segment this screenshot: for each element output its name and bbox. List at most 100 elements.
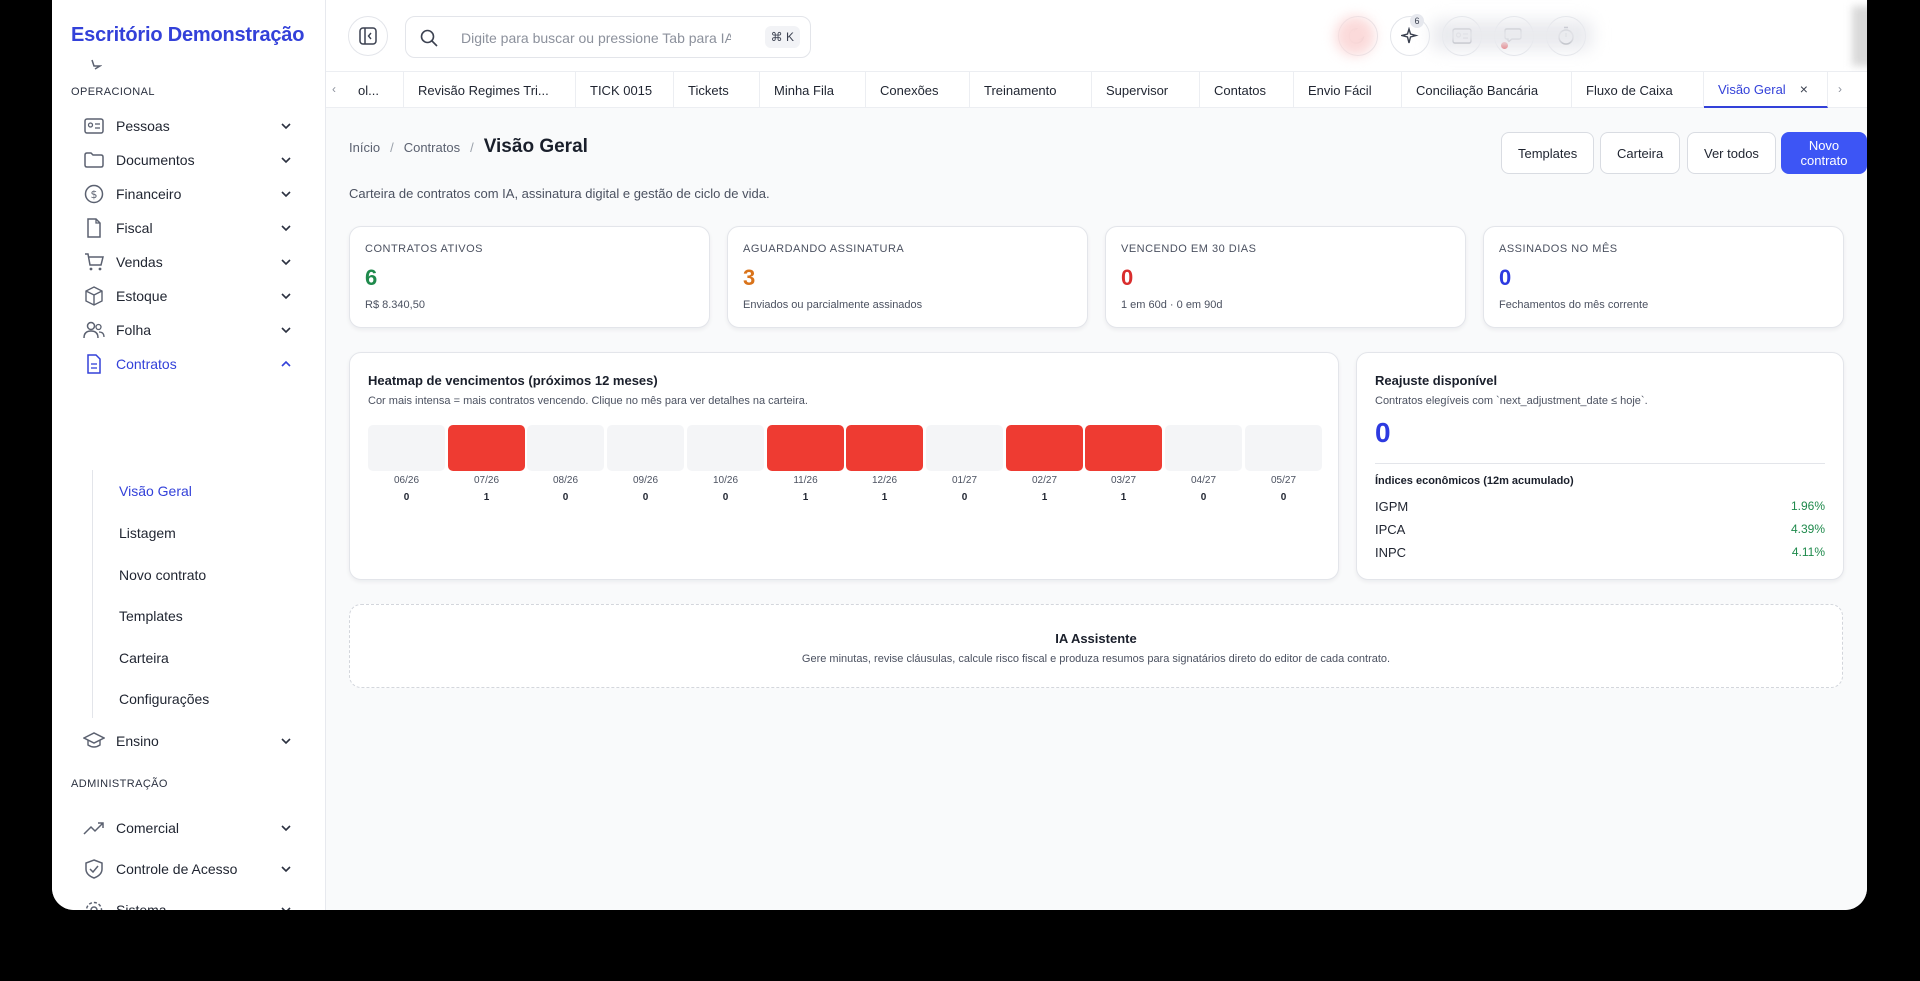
sidebar-item-ensino[interactable]: Ensino: [82, 724, 294, 758]
ver-todos-button[interactable]: Ver todos: [1687, 132, 1776, 174]
reajuste-subtitle: Contratos elegíveis com `next_adjustment…: [1375, 395, 1648, 407]
tab-item[interactable]: Fluxo de Caixa: [1572, 72, 1704, 108]
chevron-down-icon: [281, 907, 291, 910]
heatmap-cell-02-27[interactable]: [1006, 425, 1083, 471]
heatmap-month-label: 12/26: [871, 475, 898, 486]
sidebar-item-contratos[interactable]: Contratos: [82, 347, 294, 381]
tab-item[interactable]: Revisão Regimes Tri...: [404, 72, 576, 108]
reajuste-title: Reajuste disponível: [1375, 373, 1498, 388]
tab-label: Visão Geral: [1718, 81, 1786, 97]
breadcrumb-home[interactable]: Início: [349, 140, 380, 155]
chevron-down-icon: [281, 225, 291, 232]
heatmap-cell-01-27[interactable]: [926, 425, 1003, 471]
heatmap-cell-05-27[interactable]: [1245, 425, 1322, 471]
templates-button[interactable]: Templates: [1501, 132, 1595, 174]
ai-assistant-subtitle: Gere minutas, revise cláusulas, calcule …: [801, 653, 1391, 665]
heatmap-cell-04-27[interactable]: [1165, 425, 1242, 471]
heatmap-cell-08-26[interactable]: [527, 425, 604, 471]
index-name: IGPM: [1375, 499, 1409, 514]
tabs-scroll-left-icon[interactable]: ‹: [332, 82, 336, 96]
heatmap-cell-09-26[interactable]: [607, 425, 684, 471]
heatmap-month-label: 04/27: [1190, 475, 1217, 486]
sidebar-sub-templates[interactable]: Templates: [119, 608, 183, 624]
ai-assistant-title: IA Assistente: [1055, 631, 1137, 646]
collapse-sidebar-button[interactable]: [348, 16, 388, 56]
heatmap-cell-12-26[interactable]: [846, 425, 923, 471]
section-administracao: ADMINISTRAÇÃO: [71, 778, 168, 790]
sidebar-item-comercial[interactable]: Comercial: [82, 811, 294, 845]
heatmap-cell-06-26[interactable]: [368, 425, 445, 471]
sidebar-item-controle-acesso[interactable]: Controle de Acesso: [82, 852, 294, 886]
search-input[interactable]: [461, 27, 731, 49]
sidebar-sub-listagem[interactable]: Listagem: [119, 525, 176, 541]
tab-item[interactable]: Conexões: [866, 72, 970, 108]
heatmap-month-label: 09/26: [632, 475, 659, 486]
global-search[interactable]: ⌘ K: [405, 16, 811, 58]
sidebar-item-estoque[interactable]: Estoque: [82, 279, 294, 313]
index-name: IPCA: [1375, 522, 1406, 537]
breadcrumb-separator: /: [390, 139, 394, 155]
reajuste-card: Reajuste disponível Contratos elegíveis …: [1356, 352, 1844, 580]
tab-item[interactable]: Tickets: [674, 72, 760, 108]
tab-item[interactable]: ol...: [344, 72, 404, 108]
heatmap-cell-07-26[interactable]: [448, 425, 525, 471]
heatmap-count-label: 0: [562, 492, 569, 503]
app-window: Escritório Demonstração OPERACIONAL Pess…: [52, 0, 1867, 910]
section-operacional: OPERACIONAL: [71, 86, 155, 98]
heatmap-count-label: 0: [642, 492, 649, 503]
chevron-down-icon: [281, 866, 291, 873]
trending-up-icon: [82, 816, 106, 840]
sidebar-sub-visao-geral[interactable]: Visão Geral: [119, 483, 192, 499]
carteira-button[interactable]: Carteira: [1600, 132, 1681, 174]
chevron-down-icon: [281, 157, 291, 164]
kpi-card-assinados-mes[interactable]: ASSINADOS NO MÊS 0 Fechamentos do mês co…: [1483, 226, 1844, 328]
heatmap-count-label: 1: [881, 492, 888, 503]
sidebar-item-fiscal[interactable]: Fiscal: [82, 211, 294, 245]
tabs-scroll-right-icon[interactable]: ›: [1838, 82, 1842, 96]
id-card-icon: [82, 114, 106, 138]
submenu-guide-line: [92, 470, 93, 718]
tab-item[interactable]: Treinamento: [970, 72, 1092, 108]
star-icon: [91, 59, 102, 70]
sidebar-item-pessoas[interactable]: Pessoas: [82, 109, 294, 143]
tab-item[interactable]: Conciliação Bancária: [1402, 72, 1572, 108]
sidebar-label: Controle de Acesso: [116, 861, 238, 877]
heatmap-month-label: 05/27: [1270, 475, 1297, 486]
tab-item[interactable]: Envio Fácil: [1294, 72, 1402, 108]
user-menu[interactable]: [1432, 20, 1592, 50]
sidebar-sub-novo-contrato[interactable]: Novo contrato: [119, 567, 206, 583]
sidebar-label: Pessoas: [116, 118, 170, 134]
ai-assistant-card[interactable]: IA Assistente Gere minutas, revise cláus…: [349, 604, 1843, 688]
sidebar-item-financeiro[interactable]: $ Financeiro: [82, 177, 294, 211]
kpi-card-contratos-ativos[interactable]: CONTRATOS ATIVOS 6 R$ 8.340,50: [349, 226, 710, 328]
index-value: 4.39%: [1790, 522, 1825, 536]
sidebar-sub-carteira[interactable]: Carteira: [119, 650, 169, 666]
heatmap-cell-03-27[interactable]: [1085, 425, 1162, 471]
sidebar-sub-configuracoes[interactable]: Configurações: [119, 691, 209, 707]
tab-item[interactable]: Contatos: [1200, 72, 1294, 108]
sidebar-item-vendas[interactable]: Vendas: [82, 245, 294, 279]
sidebar-item-sistema[interactable]: Sistema: [82, 893, 294, 910]
heatmap-cell-11-26[interactable]: [767, 425, 844, 471]
tab-visao-geral[interactable]: Visão Geral ×: [1704, 72, 1828, 108]
novo-contrato-button[interactable]: Novo contrato: [1781, 132, 1867, 174]
avatar[interactable]: [1335, 16, 1375, 56]
breadcrumb-section[interactable]: Contratos: [404, 140, 460, 155]
kpi-card-vencendo-30-dias[interactable]: VENCENDO EM 30 DIAS 0 1 em 60d · 0 em 90…: [1105, 226, 1466, 328]
tab-item[interactable]: TICK 0015: [576, 72, 674, 108]
tab-item[interactable]: Minha Fila: [760, 72, 866, 108]
kpi-value: 0: [1499, 265, 1512, 290]
brand-title[interactable]: Escritório Demonstração: [71, 24, 304, 47]
heatmap-cell-10-26[interactable]: [687, 425, 764, 471]
tab-item[interactable]: Supervisor: [1092, 72, 1200, 108]
sidebar-label: Fiscal: [116, 220, 153, 236]
page-subtitle: Carteira de contratos com IA, assinatura…: [349, 186, 770, 201]
sidebar-item-documentos[interactable]: Documentos: [82, 143, 294, 177]
window-edge: [1852, 6, 1867, 66]
sidebar-item-folha[interactable]: Folha: [82, 313, 294, 347]
sidebar-label: Contratos: [116, 356, 177, 372]
close-tab-icon[interactable]: ×: [1800, 81, 1808, 97]
ai-button[interactable]: 6: [1390, 14, 1430, 56]
kpi-card-aguardando-assinatura[interactable]: AGUARDANDO ASSINATURA 3 Enviados ou parc…: [727, 226, 1088, 328]
chevron-down-icon: [281, 327, 291, 334]
